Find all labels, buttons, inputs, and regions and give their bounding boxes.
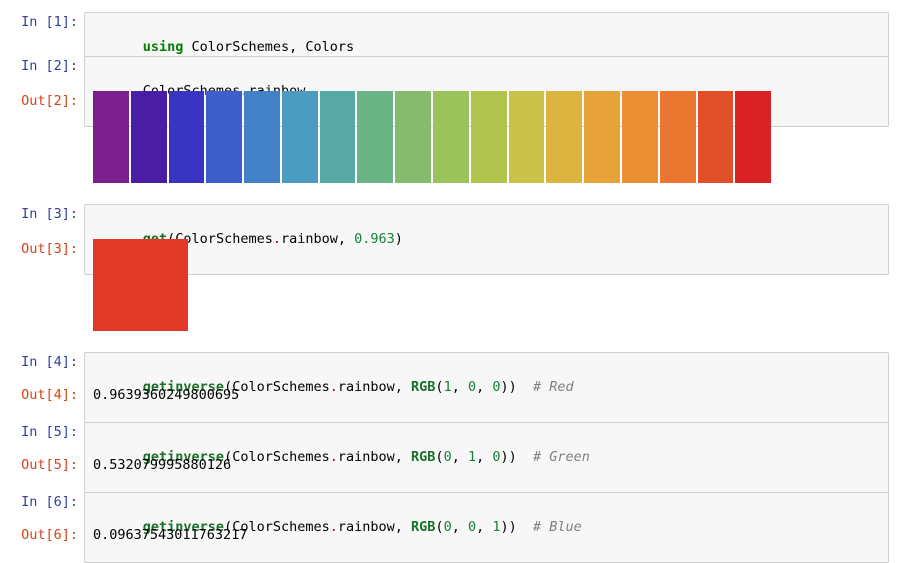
color-swatch-9 <box>433 91 469 183</box>
color-swatch-6 <box>320 91 356 183</box>
color-swatch-13 <box>584 91 620 183</box>
notebook-cell-5-output: Out[5]: 0.532079995880126 <box>0 455 903 475</box>
code-token: using <box>143 39 184 55</box>
notebook-cell-6-output: Out[6]: 0.09637543011763217 <box>0 525 903 545</box>
color-swatch-5 <box>282 91 318 183</box>
color-swatch-3 <box>206 91 242 183</box>
input-prompt-6[interactable]: In [6]: <box>0 492 84 512</box>
output-area-5: 0.532079995880126 <box>84 455 903 475</box>
output-area-6: 0.09637543011763217 <box>84 525 903 545</box>
color-swatch-14 <box>622 91 658 183</box>
notebook-cell-3-output: Out[3]: <box>0 239 903 331</box>
color-swatch-12 <box>546 91 582 183</box>
output-value-5: 0.532079995880126 <box>84 455 903 475</box>
color-swatch-7 <box>357 91 393 183</box>
output-prompt-4: Out[4]: <box>0 385 84 405</box>
output-value-4: 0.9639360249800695 <box>84 385 903 405</box>
input-prompt-4[interactable]: In [4]: <box>0 352 84 372</box>
output-area-3 <box>84 239 903 331</box>
colorscheme-swatch-strip <box>93 91 771 183</box>
code-token: ColorSchemes, Colors <box>183 39 354 55</box>
color-swatch-1 <box>131 91 167 183</box>
color-swatch-result <box>93 239 188 331</box>
input-prompt-5[interactable]: In [5]: <box>0 422 84 442</box>
color-swatch-11 <box>509 91 545 183</box>
output-area-4: 0.9639360249800695 <box>84 385 903 405</box>
output-prompt-6: Out[6]: <box>0 525 84 545</box>
color-swatch-4 <box>244 91 280 183</box>
output-value-6: 0.09637543011763217 <box>84 525 903 545</box>
color-swatch-2 <box>169 91 205 183</box>
output-prompt-2: Out[2]: <box>0 91 84 111</box>
input-prompt-3[interactable]: In [3]: <box>0 204 84 224</box>
color-swatch-15 <box>660 91 696 183</box>
notebook-cell-2-output: Out[2]: <box>0 91 903 183</box>
output-prompt-5: Out[5]: <box>0 455 84 475</box>
jupyter-notebook: In [1]: using ColorSchemes, Colors In [2… <box>0 0 903 549</box>
notebook-cell-4-output: Out[4]: 0.9639360249800695 <box>0 385 903 405</box>
color-swatch-10 <box>471 91 507 183</box>
color-swatch-16 <box>698 91 734 183</box>
color-swatch-17 <box>735 91 771 183</box>
output-prompt-3: Out[3]: <box>0 239 84 259</box>
code-tokens-1: using ColorSchemes, Colors <box>143 39 354 55</box>
color-swatch-0 <box>93 91 129 183</box>
output-area-2 <box>84 91 903 183</box>
input-prompt-1[interactable]: In [1]: <box>0 12 84 32</box>
color-swatch-8 <box>395 91 431 183</box>
input-prompt-2[interactable]: In [2]: <box>0 56 84 76</box>
